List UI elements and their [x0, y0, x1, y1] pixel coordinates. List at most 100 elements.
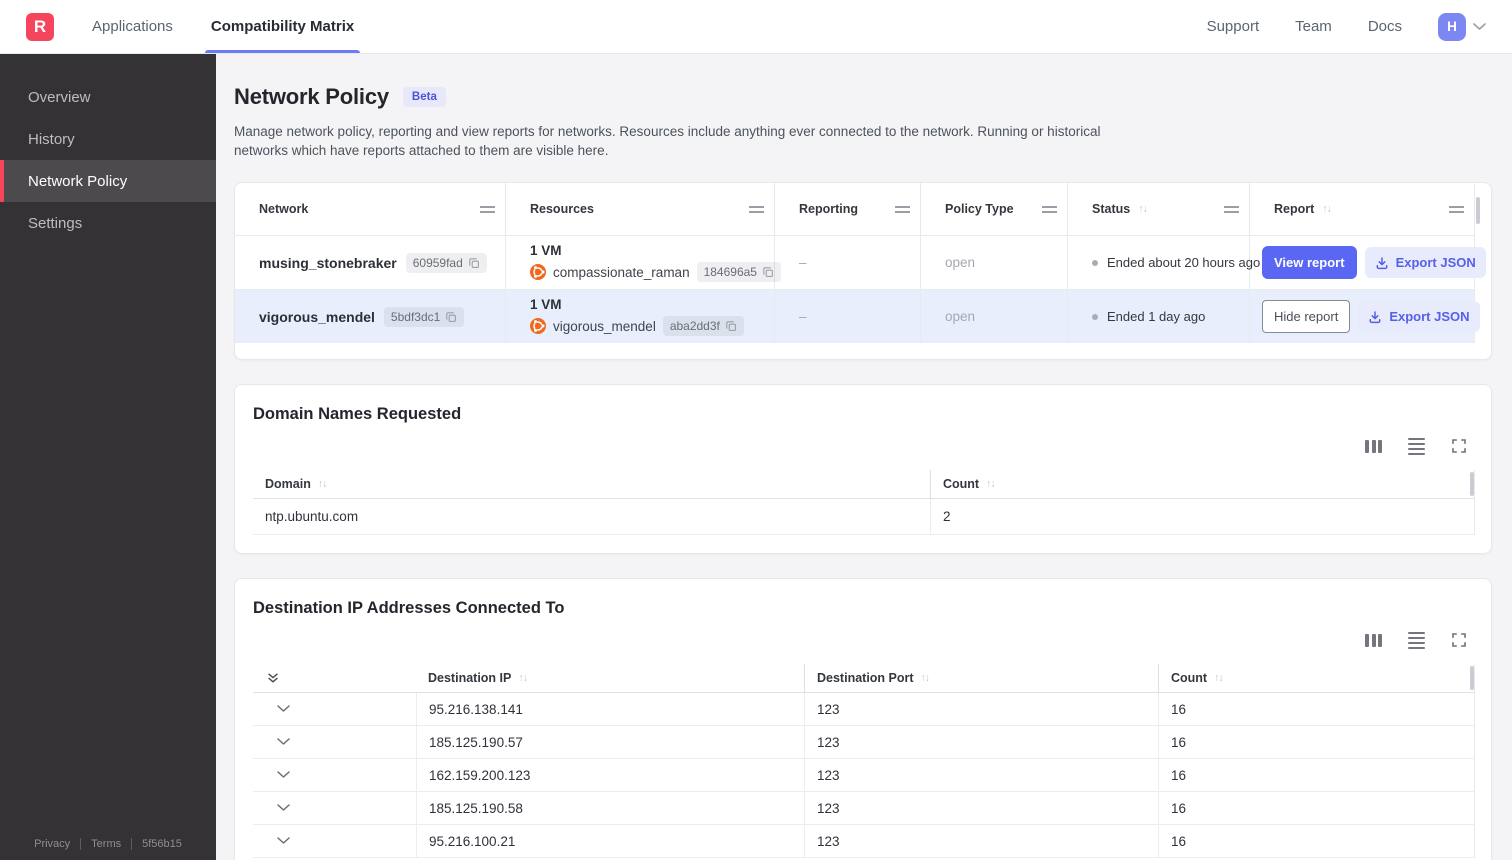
- privacy-link[interactable]: Privacy: [34, 838, 70, 850]
- reporting-cell: –: [775, 236, 921, 290]
- row-expand-button[interactable]: [273, 701, 294, 717]
- sort-icon[interactable]: ↑↓: [921, 673, 930, 684]
- table-scrollbar-thumb[interactable]: [1470, 472, 1474, 497]
- count-cell: 16: [1158, 726, 1474, 759]
- table-scrollbar-thumb[interactable]: [1476, 197, 1480, 225]
- tab-compatibility-matrix[interactable]: Compatibility Matrix: [204, 0, 361, 53]
- view-report-button[interactable]: View report: [1262, 246, 1357, 280]
- network-row-musing-stonebraker: musing_stonebraker 60959fad 1 VM compass…: [235, 235, 1486, 290]
- network-name: musing_stonebraker: [259, 254, 397, 271]
- col-header-destination-port[interactable]: Destination Port ↑↓: [804, 664, 1158, 693]
- main-content: Network Policy Beta Manage network polic…: [216, 54, 1512, 860]
- export-json-button[interactable]: Export JSON: [1364, 247, 1486, 279]
- col-header-domain[interactable]: Domain ↑↓: [253, 470, 930, 498]
- col-header-status[interactable]: Status ↑↓: [1068, 183, 1250, 236]
- sort-icon[interactable]: ↑↓: [1138, 204, 1147, 215]
- row-expand-button[interactable]: [273, 767, 294, 783]
- hash-value: aba2dd3f: [669, 319, 720, 334]
- primary-tabs: Applications Compatibility Matrix: [90, 0, 361, 53]
- status-cell: Ended about 20 hours ago: [1068, 236, 1260, 290]
- export-json-button[interactable]: Export JSON: [1358, 301, 1480, 333]
- expander-cell: [253, 792, 416, 824]
- table-toolbar: [253, 630, 1475, 650]
- table-scrollbar-thumb[interactable]: [1470, 666, 1474, 691]
- columns-icon[interactable]: [1365, 633, 1382, 647]
- count-cell: 16: [1158, 693, 1474, 726]
- sidebar-item-history[interactable]: History: [0, 118, 216, 160]
- nav-link-docs[interactable]: Docs: [1368, 18, 1402, 35]
- drag-handle-icon[interactable]: [749, 205, 764, 213]
- copy-icon[interactable]: [725, 320, 737, 332]
- drag-handle-icon[interactable]: [895, 205, 910, 213]
- columns-icon[interactable]: [1365, 439, 1382, 453]
- sidebar-nav: Overview History Network Policy Settings: [0, 76, 216, 244]
- drag-handle-icon[interactable]: [1224, 205, 1239, 213]
- network-name: vigorous_mendel: [259, 308, 375, 325]
- copy-icon[interactable]: [445, 311, 457, 323]
- col-header-count[interactable]: Count ↑↓: [1158, 664, 1474, 693]
- col-label-destination-ip: Destination IP: [428, 671, 512, 686]
- nav-link-support[interactable]: Support: [1207, 18, 1260, 35]
- chevron-down-icon: [277, 771, 290, 779]
- resource-line: vigorous_mendel aba2dd3f: [530, 316, 744, 337]
- col-header-network[interactable]: Network: [235, 183, 506, 236]
- divider: [131, 838, 133, 850]
- row-expand-button[interactable]: [273, 800, 294, 816]
- col-header-report[interactable]: Report ↑↓: [1250, 183, 1474, 235]
- networks-table-header: Network Resources Reporting Policy Type …: [235, 183, 1474, 236]
- expand-icon[interactable]: [1451, 438, 1467, 454]
- copy-icon[interactable]: [762, 266, 774, 278]
- hash-value: 60959fad: [412, 255, 463, 270]
- destination-row: 185.125.190.57 123 16: [253, 726, 1474, 760]
- sidebar-item-settings[interactable]: Settings: [0, 202, 216, 244]
- resources-cell: 1 VM compassionate_raman 184696a5: [506, 236, 781, 290]
- sidebar-item-network-policy[interactable]: Network Policy: [0, 160, 216, 202]
- expand-icon[interactable]: [1451, 632, 1467, 648]
- sidebar-item-overview[interactable]: Overview: [0, 76, 216, 118]
- copy-icon[interactable]: [468, 257, 480, 269]
- col-header-count[interactable]: Count ↑↓: [930, 470, 1474, 499]
- sort-icon[interactable]: ↑↓: [518, 673, 527, 684]
- resources-count: 1 VM: [530, 297, 562, 313]
- terms-link[interactable]: Terms: [91, 838, 121, 850]
- expand-all-header[interactable]: [253, 664, 416, 692]
- destination-row: 95.216.100.21 123 16: [253, 825, 1474, 859]
- app-logo[interactable]: R: [26, 12, 54, 41]
- drag-handle-icon[interactable]: [1042, 205, 1057, 213]
- sort-icon[interactable]: ↑↓: [1214, 673, 1223, 684]
- col-label-status: Status: [1092, 202, 1131, 217]
- divider: [80, 838, 82, 850]
- col-label-reporting: Reporting: [799, 202, 859, 217]
- col-label-destination-port: Destination Port: [817, 671, 914, 686]
- domain-row: ntp.ubuntu.com 2: [253, 499, 1474, 536]
- user-menu[interactable]: H: [1438, 12, 1486, 41]
- row-expand-button[interactable]: [273, 734, 294, 750]
- navbar-left: R Applications Compatibility Matrix: [0, 0, 361, 53]
- hide-report-button[interactable]: Hide report: [1262, 300, 1351, 334]
- row-expand-button[interactable]: [273, 833, 294, 849]
- sort-icon[interactable]: ↑↓: [318, 479, 327, 490]
- build-hash: 5f56b15: [142, 838, 182, 850]
- row-density-icon[interactable]: [1408, 437, 1425, 456]
- drag-handle-icon[interactable]: [1449, 205, 1464, 213]
- tab-applications[interactable]: Applications: [90, 0, 175, 53]
- destination-port-cell: 123: [804, 693, 1158, 726]
- chevron-down-icon: [277, 705, 290, 713]
- row-density-icon[interactable]: [1408, 631, 1425, 650]
- page-title: Network Policy: [234, 84, 389, 109]
- sort-icon[interactable]: ↑↓: [986, 479, 995, 490]
- col-header-policy-type[interactable]: Policy Type: [921, 183, 1068, 236]
- col-header-resources[interactable]: Resources: [506, 183, 775, 236]
- chevron-down-icon: [277, 738, 290, 746]
- col-header-destination-ip[interactable]: Destination IP ↑↓: [416, 664, 804, 692]
- hash-value: 184696a5: [703, 265, 757, 280]
- sort-icon[interactable]: ↑↓: [1322, 204, 1331, 215]
- hash-value: 5bdf3dc1: [390, 309, 441, 324]
- drag-handle-icon[interactable]: [480, 205, 495, 213]
- report-cell: View report Export JSON: [1250, 236, 1486, 289]
- col-header-reporting[interactable]: Reporting: [775, 183, 921, 236]
- status-cell: Ended 1 day ago: [1068, 290, 1250, 344]
- nav-link-team[interactable]: Team: [1295, 18, 1332, 35]
- destinations-card: Destination IP Addresses Connected To De…: [234, 578, 1492, 860]
- export-json-label: Export JSON: [1395, 255, 1476, 271]
